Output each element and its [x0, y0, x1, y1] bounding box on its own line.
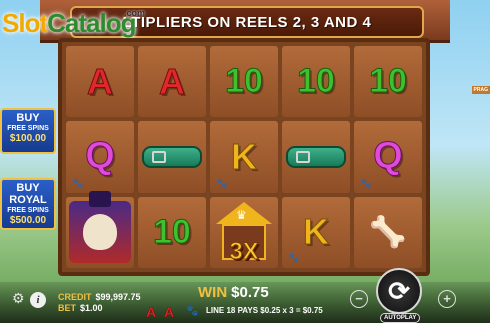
- spin-icon: ⟳: [388, 275, 410, 306]
- royal-label: ROYAL: [9, 194, 47, 206]
- royal-free-spins-label: FREE SPINS: [7, 207, 49, 214]
- reel-cell: 10: [138, 196, 206, 268]
- reel-cell: [282, 121, 350, 193]
- logo-catalog-text: Catalog: [47, 8, 136, 38]
- symbol-10: 10: [369, 62, 408, 101]
- autoplay-button[interactable]: AUTOPLAY: [380, 313, 421, 323]
- bone-bowl-icon: 🦴: [369, 215, 407, 249]
- spin-button[interactable]: ⟳: [376, 268, 422, 314]
- reel-cell: K 🐾: [210, 121, 278, 193]
- royal-dog-icon: [69, 191, 131, 264]
- reel-cell: A: [66, 46, 134, 118]
- reel-grid: A A 10 10 10 Q 🐾 K 🐾 Q 🐾 10 ♛ 3X K 🐾 🦴: [66, 46, 422, 268]
- reel-cell: A: [138, 46, 206, 118]
- increase-bet-button[interactable]: +: [438, 290, 456, 308]
- reel-cell: Q 🐾: [66, 121, 134, 193]
- buy-free-spins-label: FREE SPINS: [7, 125, 49, 132]
- win-display: WIN $0.75: [198, 284, 269, 301]
- buy-label: BUY: [16, 112, 40, 124]
- win-value: $0.75: [231, 284, 269, 301]
- reel-cell: ♛ 3X: [210, 196, 278, 268]
- reel-cell: 10: [354, 46, 422, 118]
- bet-label: BET: [58, 303, 76, 313]
- logo-slot-text: Slot: [2, 8, 48, 38]
- reel-cell: K 🐾: [282, 196, 350, 268]
- symbol-k: K: [231, 135, 258, 177]
- buy-royal-free-spins-button[interactable]: BUY ROYAL FREE SPINS $500.00: [0, 178, 56, 230]
- buy-royal-label: BUY: [16, 182, 40, 194]
- credit-value: $99,997.75: [95, 292, 141, 302]
- collar-icon: [142, 145, 202, 168]
- symbol-10: 10: [225, 62, 264, 101]
- reel-cell: 10: [282, 46, 350, 118]
- buy-price: $100.00: [9, 133, 47, 144]
- win-label: WIN: [198, 284, 228, 301]
- credit-display: CREDIT $99,997.75: [58, 292, 141, 302]
- symbol-10: 10: [297, 62, 336, 101]
- bet-display: BET $1.00: [58, 303, 103, 313]
- reel-cell: 10: [210, 46, 278, 118]
- watermark-logo: SlotCatalog: [2, 8, 136, 39]
- reel-cell: [138, 121, 206, 193]
- symbol-a: A: [159, 60, 186, 102]
- winning-symbol-a: A: [164, 304, 175, 321]
- reel-cell: 🦴: [354, 196, 422, 268]
- symbol-q: Q: [85, 135, 116, 178]
- symbol-q: Q: [373, 135, 404, 178]
- symbol-a: A: [87, 60, 114, 102]
- bet-value: $1.00: [80, 303, 103, 313]
- buy-free-spins-button[interactable]: BUY FREE SPINS $100.00: [0, 108, 56, 154]
- reel-cell: Q 🐾: [354, 121, 422, 193]
- symbol-k: K: [303, 211, 330, 253]
- paw-icon: 🐾: [288, 253, 300, 263]
- info-icon[interactable]: i: [30, 292, 46, 308]
- paw-icon: 🐾: [72, 177, 84, 188]
- multiplier-label: 3X: [229, 238, 259, 266]
- paw-icon: 🐾: [186, 306, 199, 317]
- paw-icon: 🐾: [216, 177, 228, 188]
- collar-icon: [286, 145, 346, 168]
- paw-icon: 🐾: [360, 177, 372, 188]
- brand-tag: PRAG: [471, 86, 490, 94]
- buy-royal-price: $500.00: [9, 215, 47, 226]
- logo-com-text: .com: [124, 8, 146, 18]
- credit-label: CREDIT: [58, 292, 92, 302]
- decrease-bet-button[interactable]: −: [350, 290, 368, 308]
- winning-symbol-a: A: [146, 304, 157, 321]
- symbol-10: 10: [153, 212, 192, 251]
- gear-icon[interactable]: ⚙: [12, 290, 25, 307]
- doghouse-wild-icon: ♛ 3X: [216, 202, 272, 266]
- reel-cell: [66, 191, 134, 268]
- line-pays-text: LINE 18 PAYS $0.25 x 3 = $0.75: [206, 306, 323, 315]
